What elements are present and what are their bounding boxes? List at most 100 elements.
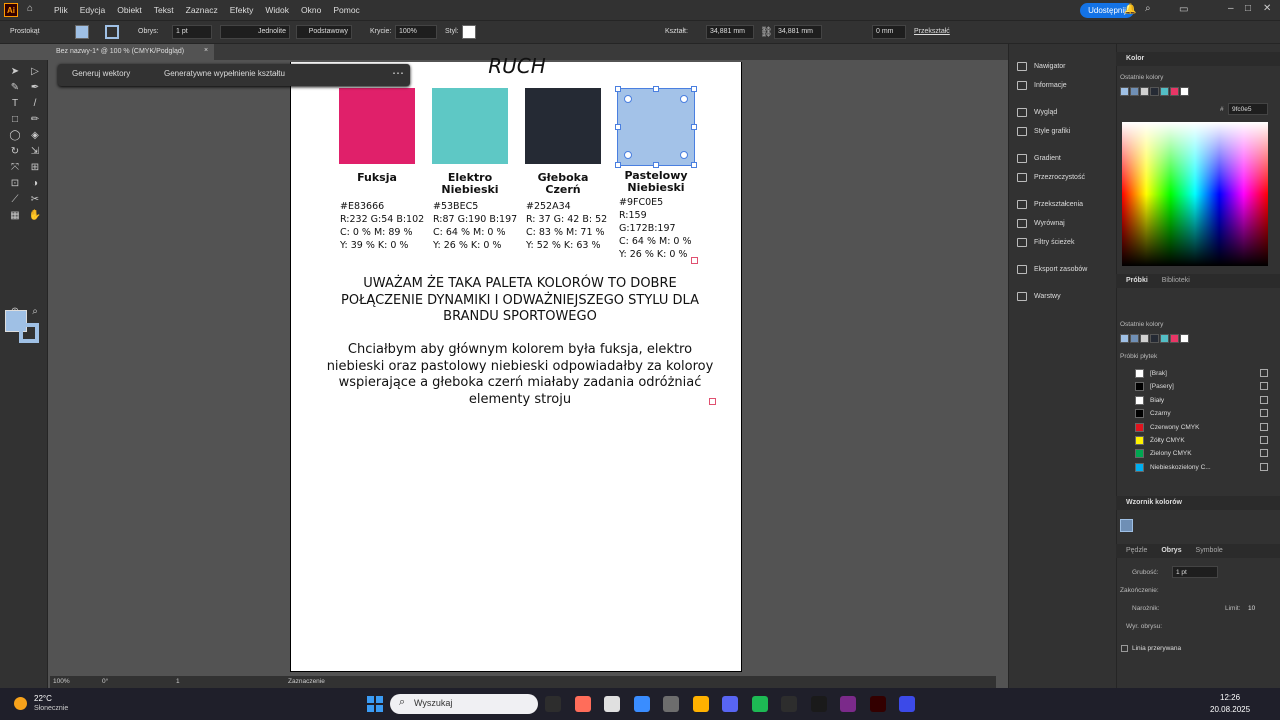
- recent-color-chip[interactable]: [1150, 334, 1159, 343]
- swatch-row[interactable]: Żółty CMYK: [1120, 434, 1278, 447]
- tool-icon[interactable]: ⤧: [8, 162, 22, 174]
- tab-libraries[interactable]: Biblioteki: [1162, 277, 1190, 284]
- home-icon[interactable]: ⌂: [27, 3, 33, 14]
- document-tab[interactable]: Bez nazwy-1* @ 100 % (CMYK/Podgląd) ×: [50, 44, 214, 60]
- corner-radius-widget[interactable]: [624, 151, 632, 159]
- tab-stroke[interactable]: Obrys: [1161, 547, 1181, 554]
- generative-shape-fill-button[interactable]: Generatywne wypełnienie kształtu: [164, 69, 285, 78]
- menu-item[interactable]: Pomoc: [333, 5, 359, 15]
- stroke-swatch[interactable]: [105, 25, 119, 39]
- tool-icon[interactable]: ◈: [28, 130, 42, 142]
- color-panel-header[interactable]: Kolor: [1116, 52, 1280, 66]
- menu-item[interactable]: Plik: [54, 5, 68, 15]
- tool-icon[interactable]: ✂: [28, 194, 42, 206]
- corner-radius-widget[interactable]: [624, 95, 632, 103]
- brush-library-header[interactable]: Wzornik kolorów: [1116, 496, 1280, 510]
- clock-date[interactable]: 20.08.2025: [1210, 705, 1250, 714]
- dashed-line-checkbox[interactable]: [1121, 645, 1128, 652]
- limit-value[interactable]: 10: [1248, 605, 1255, 612]
- panel-item[interactable]: Wygląd: [1017, 108, 1057, 117]
- swatch-row[interactable]: Niebieskozielony C...: [1120, 461, 1278, 474]
- swatch-row[interactable]: Biały: [1120, 394, 1278, 407]
- taskbar-app-icon[interactable]: [840, 696, 856, 712]
- color-swatch-rect[interactable]: [339, 88, 415, 164]
- panel-item[interactable]: Style grafiki: [1017, 127, 1070, 136]
- selection-handle[interactable]: [615, 124, 621, 130]
- taskbar-app-icon[interactable]: [899, 696, 915, 712]
- stroke-weight-field[interactable]: 1 pt: [172, 25, 212, 39]
- tool-icon[interactable]: ✎: [8, 82, 22, 94]
- menu-item[interactable]: Okno: [301, 5, 321, 15]
- recent-color-chip[interactable]: [1130, 87, 1139, 96]
- menu-item[interactable]: Edycja: [80, 5, 106, 15]
- taskbar-app-icon[interactable]: [869, 696, 886, 712]
- stroke-color-icon[interactable]: [19, 323, 39, 343]
- taskbar-app-icon[interactable]: [574, 696, 591, 712]
- tool-icon[interactable]: ▷: [28, 66, 42, 78]
- rotation-value[interactable]: 0°: [102, 678, 108, 685]
- selection-handle[interactable]: [691, 162, 697, 168]
- bell-icon[interactable]: 🔔: [1124, 4, 1136, 15]
- panel-item[interactable]: Informacje: [1017, 81, 1067, 90]
- panel-item[interactable]: Filtry ścieżek: [1017, 238, 1074, 247]
- taskbar-app-icon[interactable]: [633, 696, 650, 712]
- weather-sun-icon[interactable]: [14, 697, 27, 710]
- tab-brushes[interactable]: Pędzle: [1126, 547, 1147, 554]
- tool-icon[interactable]: ⟋: [8, 194, 22, 206]
- recent-color-chip[interactable]: [1120, 87, 1129, 96]
- taskbar-app-icon[interactable]: [781, 696, 797, 712]
- stroke-style-dropdown[interactable]: Jednolite: [220, 25, 290, 39]
- recent-color-chip[interactable]: [1180, 87, 1189, 96]
- corner-radius-widget[interactable]: [680, 151, 688, 159]
- taskbar-app-icon[interactable]: [692, 696, 709, 712]
- selection-handle[interactable]: [691, 86, 697, 92]
- hex-field[interactable]: 9fc0e5: [1228, 103, 1268, 115]
- search-icon[interactable]: ⌕: [1145, 3, 1151, 14]
- swatch-row[interactable]: Czerwony CMYK: [1120, 421, 1278, 434]
- taskbar-app-icon[interactable]: [545, 696, 561, 712]
- taskbar-app-icon[interactable]: [604, 696, 620, 712]
- swatch-row[interactable]: [Pasery]: [1120, 380, 1278, 393]
- color-swatch-rect[interactable]: [525, 88, 601, 164]
- swatch-row[interactable]: [Brak]: [1120, 367, 1278, 380]
- brush-dropdown[interactable]: Podstawowy: [296, 25, 352, 39]
- tool-icon[interactable]: T: [8, 98, 22, 110]
- workspace-icon[interactable]: ▭: [1179, 4, 1188, 15]
- tool-icon[interactable]: ✋: [28, 210, 42, 222]
- corner-radius-widget[interactable]: [680, 95, 688, 103]
- panel-item[interactable]: Eksport zasobów: [1017, 265, 1087, 274]
- recent-color-chip[interactable]: [1140, 87, 1149, 96]
- panel-item[interactable]: Wyrównaj: [1017, 219, 1065, 228]
- opacity-field[interactable]: 100%: [395, 25, 437, 39]
- tool-icon[interactable]: ⊡: [8, 178, 22, 190]
- recent-color-chip[interactable]: [1130, 334, 1139, 343]
- fill-swatch[interactable]: [75, 25, 89, 39]
- tool-icon[interactable]: ▦: [8, 210, 22, 222]
- tool-icon[interactable]: ✒: [28, 82, 42, 94]
- selection-handle[interactable]: [615, 86, 621, 92]
- recent-color-chip[interactable]: [1170, 87, 1179, 96]
- menu-item[interactable]: Obiekt: [117, 5, 142, 15]
- clock-time[interactable]: 12:26: [1220, 693, 1240, 702]
- tool-icon[interactable]: /: [28, 98, 42, 110]
- transform-link[interactable]: Przekształć: [914, 28, 950, 35]
- tool-icon[interactable]: □: [8, 114, 22, 126]
- tool-icon[interactable]: ◑: [28, 178, 42, 190]
- panel-item[interactable]: Przezroczystość: [1017, 173, 1085, 182]
- recent-color-chip[interactable]: [1180, 334, 1189, 343]
- tool-icon[interactable]: ↻: [8, 146, 22, 158]
- menu-item[interactable]: Efekty: [230, 5, 254, 15]
- menu-item[interactable]: Tekst: [154, 5, 174, 15]
- recent-color-chip[interactable]: [1150, 87, 1159, 96]
- windows-start-icon[interactable]: [367, 696, 383, 712]
- recent-color-chip[interactable]: [1160, 334, 1169, 343]
- maximize-icon[interactable]: □: [1245, 3, 1251, 14]
- height-field[interactable]: 34,881 mm: [774, 25, 822, 39]
- selection-handle[interactable]: [615, 162, 621, 168]
- menu-item[interactable]: Zaznacz: [186, 5, 218, 15]
- tool-icon[interactable]: ➤: [8, 66, 22, 78]
- tab-symbols[interactable]: Symbole: [1196, 547, 1223, 554]
- link-icon[interactable]: ⛓: [760, 27, 773, 38]
- tool-icon[interactable]: ⇲: [28, 146, 42, 158]
- artboard[interactable]: RUCH Fuksja #E83666 R:232 G:54 B:102 C: 0…: [290, 54, 742, 672]
